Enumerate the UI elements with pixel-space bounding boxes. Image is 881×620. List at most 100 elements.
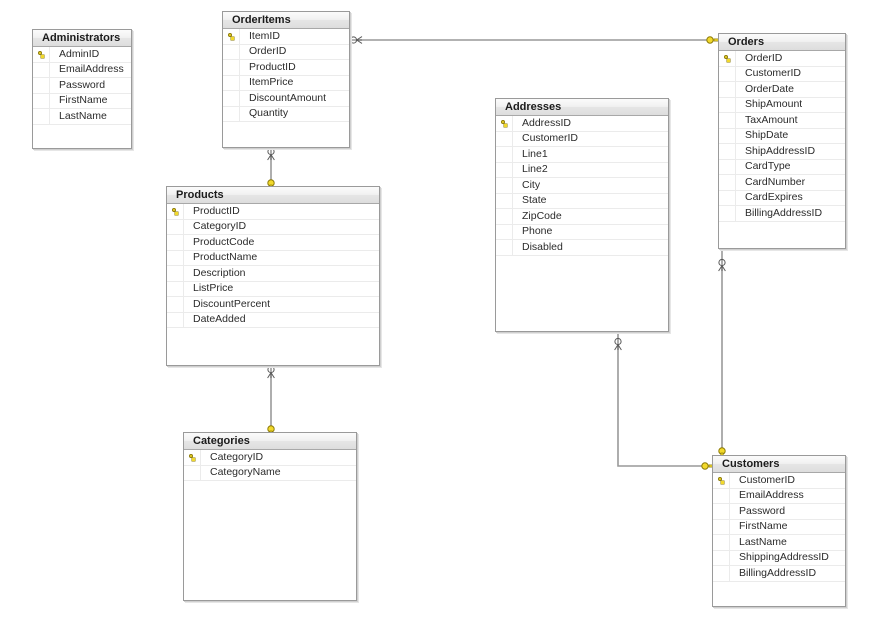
field-name: ShipAddressID bbox=[745, 144, 816, 157]
field-gutter bbox=[496, 193, 513, 208]
field-row[interactable]: Password bbox=[713, 504, 845, 520]
field-name: ItemID bbox=[249, 29, 280, 42]
crows-foot-icon bbox=[718, 265, 726, 272]
field-row[interactable]: CategoryID bbox=[167, 219, 379, 235]
field-row[interactable]: ZipCode bbox=[496, 209, 668, 225]
field-name: CardExpires bbox=[745, 191, 803, 203]
field-row[interactable]: ShippingAddressID bbox=[713, 550, 845, 566]
field-row[interactable]: BillingAddressID bbox=[719, 206, 845, 222]
crows-foot-icon bbox=[614, 344, 622, 351]
field-row[interactable]: Password bbox=[33, 78, 131, 94]
entity-title-categories: Categories bbox=[184, 433, 356, 450]
field-list: OrderID CustomerID OrderDate ShipAmount TaxA… bbox=[719, 51, 845, 222]
field-name: FirstName bbox=[739, 520, 788, 532]
field-name: Quantity bbox=[249, 107, 289, 119]
relationship-orderitems-orders bbox=[349, 36, 720, 44]
field-row[interactable]: ProductCode bbox=[167, 235, 379, 251]
field-row[interactable]: EmailAddress bbox=[713, 488, 845, 504]
field-row[interactable]: ShipAmount bbox=[719, 97, 845, 113]
field-gutter bbox=[496, 131, 513, 146]
field-gutter bbox=[167, 266, 184, 281]
field-row-primary-key[interactable]: CategoryID bbox=[184, 450, 356, 466]
field-gutter bbox=[713, 566, 730, 581]
field-name: ShipDate bbox=[745, 129, 789, 141]
field-row[interactable]: Line2 bbox=[496, 162, 668, 178]
field-gutter bbox=[719, 113, 736, 128]
field-row-primary-key[interactable]: OrderID bbox=[719, 51, 845, 67]
field-name: CardType bbox=[745, 160, 791, 172]
field-name: BillingAddressID bbox=[739, 566, 817, 579]
field-row[interactable]: City bbox=[496, 178, 668, 194]
field-row[interactable]: DateAdded bbox=[167, 312, 379, 328]
field-row-primary-key[interactable]: CustomerID bbox=[713, 473, 845, 489]
field-row[interactable]: ProductID bbox=[223, 60, 349, 76]
field-row[interactable]: TaxAmount bbox=[719, 113, 845, 129]
field-gutter bbox=[719, 66, 736, 81]
field-row[interactable]: ShipAddressID bbox=[719, 144, 845, 160]
field-name: CustomerID bbox=[739, 473, 796, 486]
entity-table-customers[interactable]: Customers CustomerID EmailAddress Password F… bbox=[712, 455, 846, 607]
field-row[interactable]: ProductName bbox=[167, 250, 379, 266]
field-row-primary-key[interactable]: ProductID bbox=[167, 204, 379, 220]
entity-table-categories[interactable]: Categories CategoryID CategoryName bbox=[183, 432, 357, 601]
key-icon bbox=[171, 207, 179, 215]
field-row[interactable]: DiscountPercent bbox=[167, 297, 379, 313]
field-row[interactable]: Phone bbox=[496, 224, 668, 240]
field-row[interactable]: OrderDate bbox=[719, 82, 845, 98]
field-row[interactable]: Disabled bbox=[496, 240, 668, 256]
key-icon bbox=[717, 476, 725, 484]
field-row[interactable]: OrderID bbox=[223, 44, 349, 60]
entity-table-administrators[interactable]: Administrators AdminID EmailAddress Passwor… bbox=[32, 29, 132, 149]
field-gutter bbox=[496, 162, 513, 177]
field-row[interactable]: Quantity bbox=[223, 106, 349, 122]
entity-table-addresses[interactable]: Addresses AddressID CustomerID Line1 Line2 Ci… bbox=[495, 98, 669, 332]
field-row[interactable]: LastName bbox=[713, 535, 845, 551]
field-gutter bbox=[167, 281, 184, 296]
field-row[interactable]: ItemPrice bbox=[223, 75, 349, 91]
field-row[interactable]: State bbox=[496, 193, 668, 209]
field-row[interactable]: CardNumber bbox=[719, 175, 845, 191]
field-name: EmailAddress bbox=[59, 63, 124, 75]
field-row[interactable]: LastName bbox=[33, 109, 131, 125]
field-gutter bbox=[496, 178, 513, 193]
entity-title-addresses: Addresses bbox=[496, 99, 668, 116]
field-row[interactable]: BillingAddressID bbox=[713, 566, 845, 582]
entity-table-products[interactable]: Products ProductID CategoryID ProductCode Pr… bbox=[166, 186, 380, 366]
field-row[interactable]: Description bbox=[167, 266, 379, 282]
entity-table-orders[interactable]: Orders OrderID CustomerID OrderDate ShipAmou… bbox=[718, 33, 846, 249]
field-row[interactable]: CardType bbox=[719, 159, 845, 175]
key-marker-head bbox=[701, 462, 709, 470]
field-name: DateAdded bbox=[193, 313, 246, 325]
primary-key-icon bbox=[33, 47, 50, 62]
relationship-line[interactable] bbox=[617, 333, 706, 467]
field-name: CustomerID bbox=[522, 132, 579, 144]
field-row[interactable]: CustomerID bbox=[496, 131, 668, 147]
field-name: DiscountAmount bbox=[249, 91, 327, 104]
field-gutter bbox=[167, 250, 184, 265]
field-name: CategoryName bbox=[210, 466, 281, 478]
field-row[interactable]: CustomerID bbox=[719, 66, 845, 82]
field-row-primary-key[interactable]: AdminID bbox=[33, 47, 131, 63]
field-row-primary-key[interactable]: AddressID bbox=[496, 116, 668, 132]
field-list: ProductID CategoryID ProductCode ProductNam… bbox=[167, 204, 379, 328]
field-row[interactable]: ShipDate bbox=[719, 128, 845, 144]
field-row[interactable]: FirstName bbox=[713, 519, 845, 535]
field-row[interactable]: DiscountAmount bbox=[223, 91, 349, 107]
field-gutter bbox=[713, 535, 730, 550]
entity-table-orderitems[interactable]: OrderItems ItemID OrderID ProductID ItemPric… bbox=[222, 11, 350, 148]
key-icon bbox=[227, 32, 235, 40]
field-row[interactable]: CardExpires bbox=[719, 190, 845, 206]
field-row[interactable]: FirstName bbox=[33, 93, 131, 109]
field-gutter bbox=[719, 82, 736, 97]
field-name: DiscountPercent bbox=[193, 297, 271, 310]
field-row[interactable]: EmailAddress bbox=[33, 62, 131, 78]
field-name: LastName bbox=[739, 535, 787, 548]
crows-foot-icon bbox=[267, 154, 275, 161]
field-row[interactable]: Line1 bbox=[496, 147, 668, 163]
field-row[interactable]: ListPrice bbox=[167, 281, 379, 297]
field-row[interactable]: CategoryName bbox=[184, 465, 356, 481]
field-gutter bbox=[719, 128, 736, 143]
field-gutter bbox=[719, 97, 736, 112]
field-row-primary-key[interactable]: ItemID bbox=[223, 29, 349, 45]
field-name: ShipAmount bbox=[745, 98, 803, 110]
